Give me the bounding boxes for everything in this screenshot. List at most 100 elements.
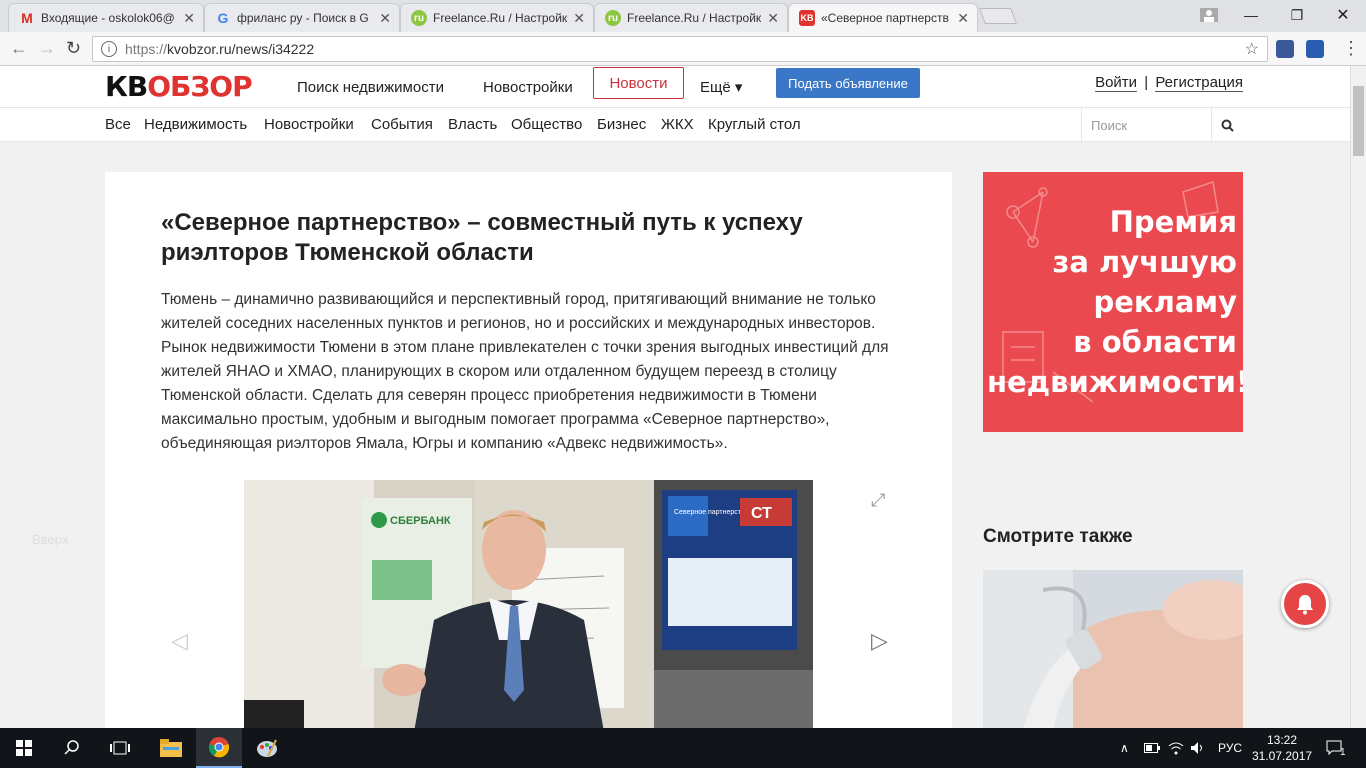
ad-text: Премия за лучшую рекламу в области недви… (987, 202, 1243, 402)
action-center-icon[interactable]: 1 (1326, 728, 1346, 768)
ad-line: Премия (1109, 205, 1237, 239)
close-tab-icon[interactable]: ✕ (573, 10, 585, 27)
ad-line: недвижимости! (987, 365, 1243, 399)
category-housing[interactable]: ЖКХ (661, 116, 694, 133)
new-tab-button[interactable] (979, 8, 1017, 24)
nav-new-builds[interactable]: Новостройки (483, 66, 573, 108)
tray-up-arrow-icon[interactable]: ∧ (1120, 728, 1129, 768)
tab-google[interactable]: G фриланс ру - Поиск в G ✕ (204, 3, 400, 32)
tab-freelance-1[interactable]: ru Freelance.Ru / Настройк ✕ (400, 3, 594, 32)
tab-freelance-2[interactable]: ru Freelance.Ru / Настройк ✕ (594, 3, 788, 32)
url-protocol: https:// (125, 41, 168, 57)
bell-icon (1297, 595, 1313, 615)
article-card: «Северное партнерство» – совместный путь… (105, 172, 952, 732)
chrome-taskbar-icon[interactable] (196, 728, 242, 768)
nav-more-dropdown[interactable]: Ещё ▾ (700, 66, 742, 108)
register-link[interactable]: Регистрация (1155, 74, 1243, 92)
minimize-button[interactable]: — (1228, 0, 1274, 30)
ad-line: за лучшую (1052, 245, 1237, 279)
wifi-icon[interactable] (1168, 728, 1184, 768)
search-taskbar-icon[interactable] (48, 728, 96, 768)
freelance-icon: ru (411, 10, 427, 26)
search-icon[interactable] (1211, 108, 1243, 142)
browser-tab-bar: M Входящие - oskolok06@ ✕ G фриланс ру -… (0, 0, 1366, 32)
photo-channel-logo: СТ (751, 505, 772, 522)
system-clock[interactable]: 13:22 31.07.2017 (1252, 732, 1312, 764)
restore-button[interactable]: ❐ (1274, 0, 1320, 30)
photo-screen-text: Северное партнерство (674, 509, 749, 516)
clock-time: 13:22 (1266, 733, 1298, 747)
scroll-to-top-link[interactable]: Вверх (32, 532, 68, 547)
file-explorer-icon[interactable] (148, 728, 194, 768)
category-power[interactable]: Власть (448, 116, 497, 133)
volume-icon[interactable] (1190, 728, 1206, 768)
category-events[interactable]: События (371, 116, 433, 133)
category-society[interactable]: Общество (511, 116, 582, 133)
close-tab-icon[interactable]: ✕ (183, 10, 195, 27)
battery-icon[interactable] (1144, 728, 1160, 768)
expand-icon[interactable]: ⤢ (871, 490, 885, 511)
profile-icon[interactable] (1186, 0, 1232, 30)
see-also-heading: Смотрите также (983, 526, 1133, 547)
windows-icon (16, 740, 32, 756)
google-icon: G (217, 10, 229, 26)
article-title: «Северное партнерство» – совместный путь… (161, 209, 803, 266)
gmail-icon: M (21, 10, 33, 26)
see-also-thumbnail[interactable] (983, 570, 1243, 730)
tab-title: «Северное партнерств (821, 11, 949, 25)
address-bar[interactable]: i https:// kvobzor.ru/news/i34222 ☆ (92, 36, 1268, 62)
browser-toolbar: ← → ↻ i https:// kvobzor.ru/news/i34222 … (0, 32, 1366, 66)
category-roundtable[interactable]: Круглый стол (708, 116, 801, 133)
close-tab-icon[interactable]: ✕ (379, 10, 391, 27)
task-view-icon[interactable] (96, 728, 144, 768)
ad-line: рекламу (1093, 285, 1237, 319)
site-search[interactable]: Поиск (1081, 108, 1243, 142)
extension-icon[interactable] (1306, 40, 1324, 58)
nav-news-button[interactable]: Новости (593, 67, 684, 99)
language-indicator[interactable]: РУС (1218, 728, 1242, 768)
notification-count: 1 (1340, 746, 1346, 758)
next-slide-icon[interactable]: ▷ (871, 628, 888, 654)
close-tab-icon[interactable]: ✕ (957, 10, 969, 27)
auth-separator: | (1144, 74, 1149, 91)
logo-kv: КВ (105, 70, 148, 103)
tab-gmail[interactable]: M Входящие - oskolok06@ ✕ (8, 3, 204, 32)
clock-date: 31.07.2017 (1252, 749, 1313, 763)
windows-taskbar: ∧ РУС 13:22 31.07.2017 1 (0, 728, 1366, 768)
extension-icon[interactable] (1276, 40, 1294, 58)
freelance-icon: ru (605, 10, 621, 26)
tab-title: фриланс ру - Поиск в G (237, 11, 369, 25)
logo-obzor: ОБЗОР (147, 70, 252, 103)
page-scrollbar[interactable] (1350, 66, 1366, 728)
reload-icon[interactable]: ↻ (66, 38, 81, 59)
forward-icon[interactable]: → (38, 38, 56, 59)
category-new-builds[interactable]: Новостройки (264, 116, 354, 133)
photo-bank-logo-text: СБЕРБАНК (390, 515, 451, 527)
bookmark-star-icon[interactable]: ☆ (1245, 39, 1259, 59)
close-tab-icon[interactable]: ✕ (767, 10, 779, 27)
scrollbar-thumb[interactable] (1353, 86, 1364, 156)
post-ad-button[interactable]: Подать объявление (776, 68, 920, 98)
start-button[interactable] (0, 728, 48, 768)
login-link[interactable]: Войти (1095, 74, 1138, 92)
info-icon[interactable]: i (101, 41, 117, 57)
tab-title: Входящие - oskolok06@ (41, 11, 175, 25)
prev-slide-icon[interactable]: ◁ (171, 628, 188, 654)
menu-icon[interactable]: ⋮ (1342, 38, 1360, 59)
close-window-button[interactable]: ✕ (1320, 0, 1366, 30)
category-realty[interactable]: Недвижимость (144, 116, 247, 133)
category-business[interactable]: Бизнес (597, 116, 646, 133)
search-input[interactable]: Поиск (1082, 118, 1211, 133)
tab-kvobzor[interactable]: KB «Северное партнерств ✕ (788, 3, 978, 32)
category-all[interactable]: Все (105, 116, 131, 133)
paint-taskbar-icon[interactable] (244, 728, 290, 768)
back-icon[interactable]: ← (10, 38, 28, 59)
nav-search-realty[interactable]: Поиск недвижимости (297, 66, 444, 108)
site-header: КВОБЗОР Поиск недвижимости Новостройки Н… (0, 66, 1350, 108)
category-nav: Все Недвижимость Новостройки События Вла… (0, 108, 1350, 142)
award-ad-banner[interactable]: Премия за лучшую рекламу в области недви… (983, 172, 1243, 432)
notification-bell-button[interactable] (1281, 580, 1329, 628)
article-photo[interactable]: СБЕРБАНК Северное партнерство СТ (244, 480, 813, 732)
tab-title: Freelance.Ru / Настройк (627, 11, 762, 25)
site-logo[interactable]: КВОБЗОР (105, 70, 253, 103)
